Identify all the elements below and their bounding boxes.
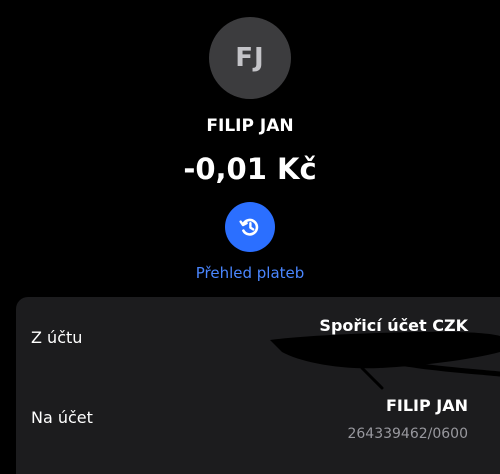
payment-details-card: Z účtu Spořicí účet CZK Na účet FILIP JA… — [16, 297, 500, 474]
avatar-initials: FJ — [235, 43, 265, 73]
payment-history-link[interactable]: Přehled plateb — [0, 264, 500, 282]
transaction-amount: -0,01 Kč — [183, 152, 317, 186]
from-account-label: Z účtu — [31, 328, 83, 347]
to-account-number: 264339462/0600 — [347, 426, 468, 442]
avatar: FJ — [209, 17, 291, 99]
recipient-name: FILIP JAN — [206, 116, 294, 136]
from-account-value: Spořicí účet CZK — [319, 316, 468, 335]
history-icon — [239, 218, 259, 236]
payment-detail-screen: FJ FILIP JAN -0,01 Kč Přehled plateb Z ú… — [0, 0, 500, 474]
payment-history-button[interactable] — [225, 202, 275, 252]
to-account-label: Na účet — [31, 408, 93, 427]
to-account-name: FILIP JAN — [385, 396, 468, 415]
